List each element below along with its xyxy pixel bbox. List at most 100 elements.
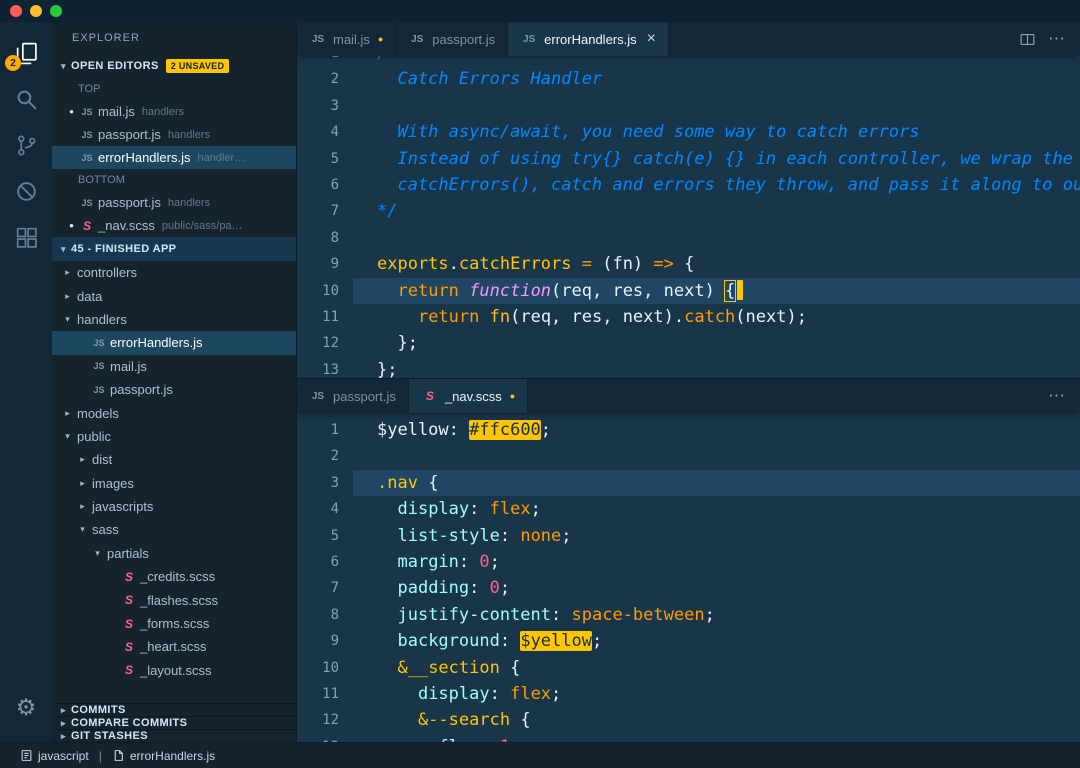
file-item-_credits.scss[interactable]: S _credits.scss	[52, 565, 296, 588]
code-token: ;	[561, 525, 572, 546]
split-editor-icon[interactable]	[1019, 31, 1036, 48]
code-line[interactable]: 7 */	[297, 198, 1080, 224]
tab-mail.js[interactable]: JS mail.js ●	[297, 22, 397, 56]
editor-bottom[interactable]: 1 $yellow: #ffc600; 2 3 .nav {4 display: fle…	[297, 413, 1080, 742]
code-line[interactable]: 10 &__section {	[297, 655, 1080, 681]
line-number: 3	[330, 474, 339, 491]
code-line[interactable]: 9 background: $yellow;	[297, 628, 1080, 654]
code-line[interactable]: 4 With async/await, you need some way to…	[297, 119, 1080, 145]
section-git-stashes[interactable]: ▸ GIT STASHES	[52, 729, 296, 742]
sass-file-icon: S	[124, 593, 133, 608]
file-item-_forms.scss[interactable]: S _forms.scss	[52, 612, 296, 635]
tab-_nav.scss[interactable]: S _nav.scss ●	[408, 379, 529, 413]
item-name: passport.js	[110, 382, 173, 398]
folder-item-public[interactable]: ▾ public	[52, 425, 296, 448]
line-number: 8	[330, 606, 339, 623]
code-text: };	[353, 330, 1080, 356]
editor-top[interactable]: 1 /* 2 Catch Errors Handler 3 4 With async/a…	[297, 56, 1080, 378]
code-line[interactable]: 5 list-style: none;	[297, 523, 1080, 549]
folder-item-dist[interactable]: ▸ dist	[52, 448, 296, 471]
code-line[interactable]: 2	[297, 443, 1080, 469]
line-number: 3	[330, 97, 339, 114]
code-line[interactable]: 6 margin: 0;	[297, 549, 1080, 575]
file-item-_layout.scss[interactable]: S _layout.scss	[52, 659, 296, 682]
code-line[interactable]: 4 display: flex;	[297, 496, 1080, 522]
more-actions-icon[interactable]: ⋯	[1048, 386, 1066, 406]
gear-icon: ⚙	[15, 693, 37, 720]
code-line[interactable]: 3	[297, 93, 1080, 119]
file-item-passport.js[interactable]: JS passport.js	[52, 378, 296, 401]
code-line[interactable]: 9 exports.catchErrors = (fn) => {	[297, 251, 1080, 277]
open-editor-item[interactable]: JS passport.js handlers	[52, 191, 296, 214]
open-editor-item[interactable]: ● S _nav.scss public/sass/pa…	[52, 214, 296, 237]
file-item-errorHandlers.js[interactable]: JS errorHandlers.js	[52, 331, 296, 355]
project-section-header[interactable]: ▾ 45 - FINISHED APP	[52, 237, 296, 261]
code-line[interactable]: 10 return function(req, res, next) {	[297, 277, 1080, 304]
debug-activity-button[interactable]	[2, 168, 50, 214]
settings-gear-button[interactable]: ⚙	[2, 684, 50, 730]
folder-item-javascripts[interactable]: ▸ javascripts	[52, 495, 296, 518]
file-item-_heart.scss[interactable]: S _heart.scss	[52, 635, 296, 658]
code-line[interactable]: 13};	[297, 357, 1080, 378]
code-token: &__section	[397, 657, 500, 678]
code-line[interactable]: 3 .nav {	[297, 469, 1080, 497]
file-path: public/sass/pa…	[161, 219, 243, 232]
close-window-button[interactable]	[10, 5, 22, 17]
tab-passport.js[interactable]: JS passport.js	[396, 22, 509, 56]
search-activity-button[interactable]	[2, 76, 50, 122]
language-indicator[interactable]: javascript	[20, 749, 89, 763]
folder-item-data[interactable]: ▸ data	[52, 284, 296, 307]
open-editor-item[interactable]: JS passport.js handlers	[52, 123, 296, 146]
minimize-window-button[interactable]	[30, 5, 42, 17]
open-editor-item[interactable]: ● JS mail.js handlers	[52, 100, 296, 123]
code-token: :	[458, 551, 480, 572]
code-line[interactable]: 11 return fn(req, res, next).catch(next)…	[297, 304, 1080, 330]
section-commits[interactable]: ▸ COMMITS	[52, 703, 296, 716]
code-line[interactable]: 2 Catch Errors Handler	[297, 66, 1080, 92]
code-line[interactable]: 7 padding: 0;	[297, 575, 1080, 601]
file-item-_flashes.scss[interactable]: S _flashes.scss	[52, 588, 296, 611]
code-line[interactable]: 8	[297, 225, 1080, 251]
code-line[interactable]: 11 display: flex;	[297, 681, 1080, 707]
code-token: (req, res, next).	[510, 306, 685, 327]
code-text: Instead of using try{} catch(e) {} in ea…	[353, 146, 1080, 172]
code-line[interactable]: 6 catchErrors(), catch and errors they t…	[297, 172, 1080, 198]
section-compare-commits[interactable]: ▸ COMPARE COMMITS	[52, 716, 296, 729]
open-editors-header[interactable]: ▾ OPEN EDITORS 2 UNSAVED	[52, 54, 296, 78]
code-line[interactable]: 5 Instead of using try{} catch(e) {} in …	[297, 146, 1080, 172]
js-file-icon: JS	[411, 33, 424, 45]
code-line[interactable]: 8 justify-content: space-between;	[297, 602, 1080, 628]
tab-passport.js[interactable]: JS passport.js	[297, 379, 409, 413]
code-line[interactable]: 12 &--search {	[297, 707, 1080, 733]
line-number: 13	[297, 734, 353, 742]
code-token: ;	[704, 604, 715, 625]
file-label: errorHandlers.js	[129, 748, 216, 763]
folder-item-models[interactable]: ▸ models	[52, 401, 296, 424]
folder-item-images[interactable]: ▸ images	[52, 472, 296, 495]
code-token: =>	[643, 254, 685, 275]
folder-item-handlers[interactable]: ▾ handlers	[52, 308, 296, 331]
vscode-window: 2 ⚙ EXPLORER ▾ OPEN EDITORS 2 UNSAVED TOP…	[0, 0, 1080, 768]
file-indicator[interactable]: errorHandlers.js	[112, 749, 215, 763]
code-line[interactable]: 1 /*	[297, 56, 1080, 66]
file-path: handler…	[197, 151, 246, 164]
explorer-activity-button[interactable]: 2	[2, 30, 50, 76]
folder-item-partials[interactable]: ▾ partials	[52, 542, 296, 565]
code-token: function	[469, 280, 552, 301]
code-line[interactable]: 13 flex: 1;	[297, 734, 1080, 742]
tab-errorHandlers.js[interactable]: JS errorHandlers.js ×	[508, 22, 669, 56]
file-item-mail.js[interactable]: JS mail.js	[52, 355, 296, 378]
source-control-activity-button[interactable]	[2, 122, 50, 168]
line-number: 11	[322, 685, 339, 702]
extensions-activity-button[interactable]	[2, 214, 50, 260]
folder-item-controllers[interactable]: ▸ controllers	[52, 261, 296, 284]
close-icon[interactable]: ×	[647, 31, 656, 47]
code-line[interactable]: 1 $yellow: #ffc600;	[297, 417, 1080, 443]
folder-item-sass[interactable]: ▾ sass	[52, 518, 296, 541]
open-editor-item[interactable]: JS errorHandlers.js handler…	[52, 146, 296, 169]
zoom-window-button[interactable]	[50, 5, 62, 17]
more-actions-icon[interactable]: ⋯	[1048, 29, 1066, 49]
code-line[interactable]: 12 };	[297, 330, 1080, 356]
code-token: (next);	[735, 306, 807, 327]
